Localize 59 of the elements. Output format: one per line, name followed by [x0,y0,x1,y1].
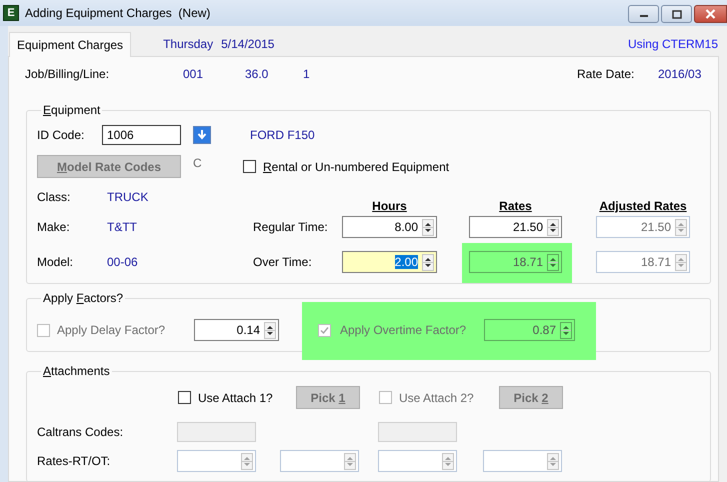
checkbox-label: Apply Delay Factor? [57,323,166,337]
close-button[interactable] [694,5,727,23]
term-label: Using CTERM15 [628,37,718,51]
checkbox-label: Rental or Un-numbered Equipment [263,160,450,174]
maximize-button[interactable] [661,5,692,23]
checkbox[interactable] [243,160,256,173]
window-title: Adding Equipment Charges (New) [25,6,212,20]
number-field[interactable]: 21.50 [469,216,562,238]
date-label: 5/14/2015 [221,37,276,51]
field-label: Rates-RT/OT: [37,454,112,468]
field-value: 1 [303,67,311,81]
tab[interactable]: Equipment Charges [9,32,132,57]
field-label: Model: [37,255,74,269]
number-field[interactable]: 18.71 [469,251,562,273]
close-icon [705,9,716,19]
field-value: 2016/03 [658,67,702,81]
field-label: Regular Time: [253,220,329,234]
app-icon: E [3,5,19,21]
field-label: Make: [37,220,71,234]
field-label: Job/Billing/Line: [25,67,110,81]
group-title: Attachments [42,364,111,379]
text-field[interactable] [378,422,457,442]
column-header: Adjusted Rates [598,199,688,214]
field-label: ID Code: [37,128,86,142]
field-value: T&TT [107,220,138,234]
field-value: TRUCK [107,189,150,204]
field-label: Rate Date: [577,67,636,81]
number-field[interactable] [177,450,256,472]
checkbox-label: Apply Overtime Factor? [340,323,466,337]
group-title: Apply Factors? [42,291,124,306]
number-field[interactable]: 2.00 [342,251,437,273]
id-code-field[interactable]: 1006 [102,125,181,145]
group-title: Equipment [42,103,102,118]
checkbox-label: Use Attach 2? [399,390,474,404]
number-field[interactable] [378,450,457,472]
number-field[interactable] [483,450,562,472]
checkbox[interactable] [178,391,191,404]
field-label: Caltrans Codes: [37,425,124,439]
equipment-description: FORD F150 [250,128,315,142]
text-field[interactable] [177,422,256,442]
field-label: Class: [37,189,72,204]
field-label: Over Time: [253,255,313,269]
maximize-icon [672,10,682,18]
number-field[interactable]: 8.00 [342,216,437,238]
code-letter: C [193,156,203,170]
spin-buttons[interactable] [547,218,559,236]
spin-buttons[interactable] [422,254,434,270]
lookup-button[interactable] [193,126,211,144]
checkbox-label: Use Attach 1? [198,390,273,404]
field-value: 36.0 [245,67,270,81]
spin-buttons[interactable] [422,218,434,236]
down-arrow-icon [196,129,208,141]
number-field[interactable] [280,450,359,472]
field-value: 00-06 [107,255,139,269]
minimize-button[interactable] [628,5,659,23]
day-label: Thursday [163,37,214,51]
column-header: Rates [498,199,533,214]
column-header: Hours [371,199,408,214]
field-value: 001 [183,67,204,81]
